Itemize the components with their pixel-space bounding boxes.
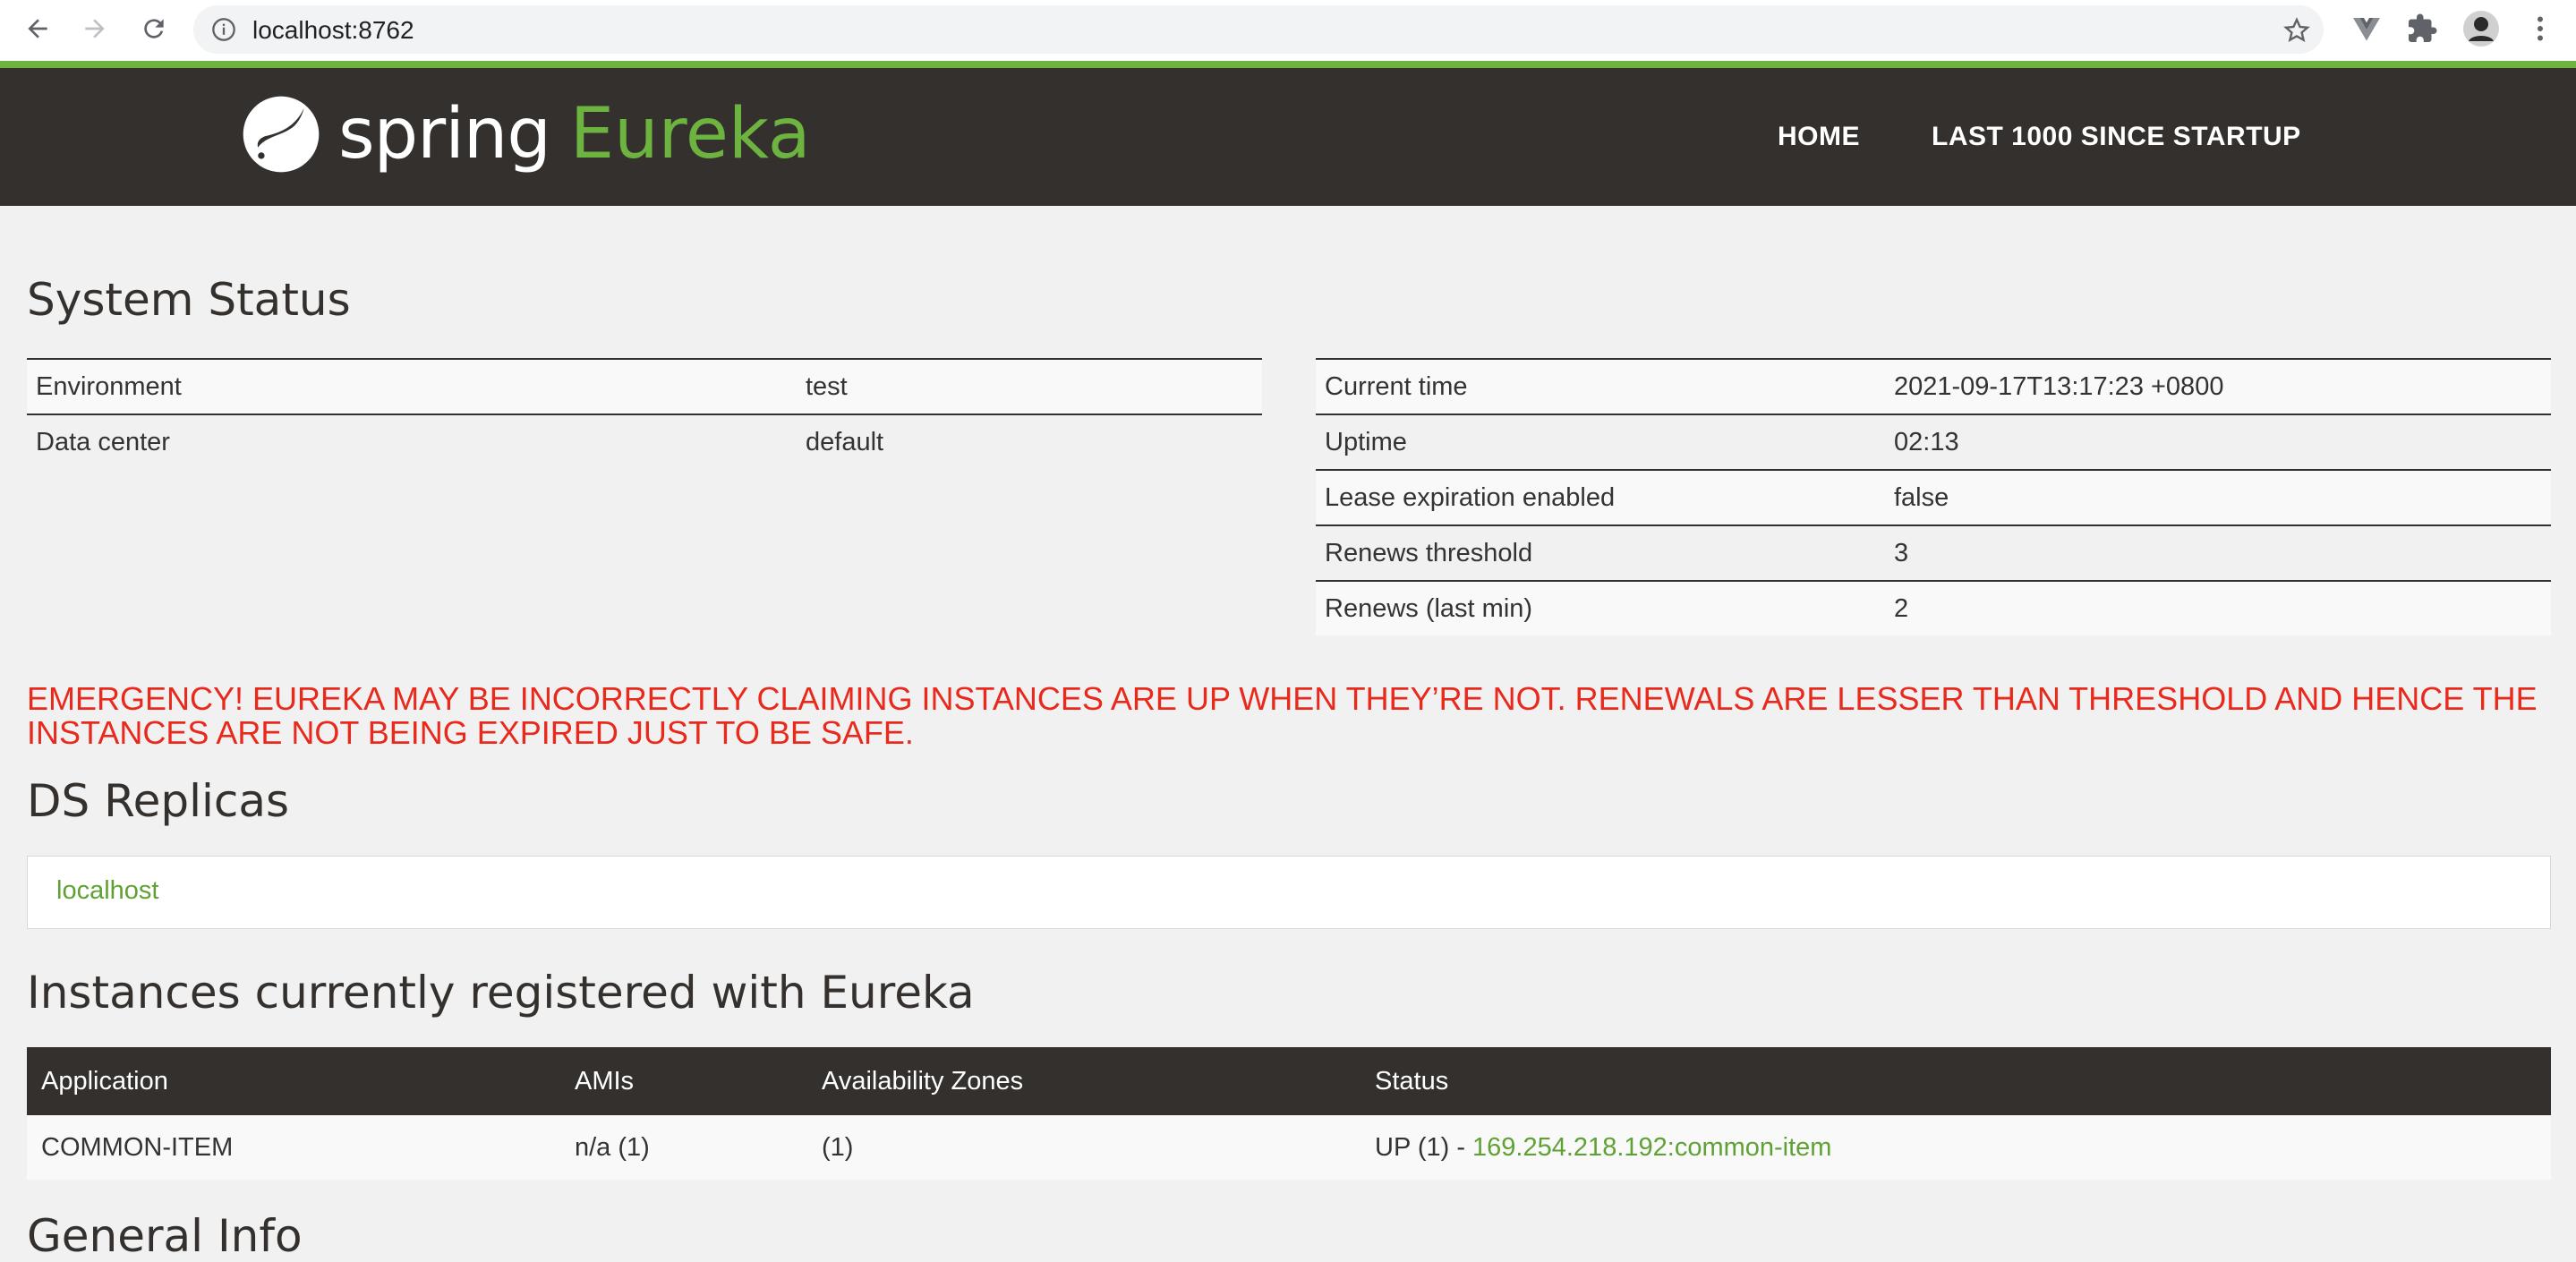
datacenter-value: default — [797, 414, 1262, 469]
table-header-row: Application AMIs Availability Zones Stat… — [27, 1047, 2551, 1115]
system-status-left-table: Environment test Data center default — [27, 358, 1262, 469]
avatar[interactable] — [2463, 11, 2499, 47]
uptime-value: 02:13 — [1885, 414, 2551, 470]
instances-title: Instances currently registered with Eure… — [27, 967, 975, 1019]
env-key: Environment — [27, 358, 797, 414]
browser-toolbar: localhost:8762 — [0, 0, 2576, 61]
column-header-amis: AMIs — [560, 1047, 807, 1115]
column-header-zones: Availability Zones — [807, 1047, 1361, 1115]
instances-table: Application AMIs Availability Zones Stat… — [27, 1047, 2551, 1180]
nav-last-1000[interactable]: LAST 1000 SINCE STARTUP — [1932, 122, 2301, 152]
accent-bar — [0, 61, 2576, 68]
nav-home[interactable]: HOME — [1778, 122, 1860, 152]
reload-icon[interactable] — [134, 9, 174, 48]
cell-application: COMMON-ITEM — [27, 1115, 560, 1180]
ds-replicas-panel: localhost — [27, 856, 2551, 929]
spring-eureka-logo[interactable]: spring Eureka — [240, 90, 811, 179]
renews-threshold-value: 3 — [1885, 524, 2551, 581]
table-row: Lease expiration enabled false — [1316, 469, 2551, 525]
emergency-warning: EMERGENCY! EUREKA MAY BE INCORRECTLY CLA… — [27, 680, 2538, 751]
current-time-key: Current time — [1316, 358, 1885, 414]
table-row: Renews threshold 3 — [1316, 524, 2551, 581]
renews-threshold-key: Renews threshold — [1316, 524, 1885, 581]
ds-replicas-title: DS Replicas — [27, 775, 290, 827]
cell-zones: (1) — [807, 1115, 1361, 1180]
table-row: COMMON-ITEM n/a (1) (1) UP (1) - 169.254… — [27, 1115, 2551, 1180]
star-icon[interactable] — [2282, 16, 2311, 45]
status-text: UP (1) - — [1375, 1132, 1473, 1162]
address-bar[interactable]: localhost:8762 — [193, 5, 2324, 54]
lease-expiration-key: Lease expiration enabled — [1316, 469, 1885, 525]
instance-link[interactable]: 169.254.218.192:common-item — [1472, 1133, 1831, 1162]
table-row: Current time 2021-09-17T13:17:23 +0800 — [1316, 358, 2551, 414]
brand-name: spring — [338, 94, 551, 175]
general-info-title: General Info — [27, 1210, 303, 1262]
column-header-status: Status — [1361, 1047, 2551, 1115]
cell-status: UP (1) - 169.254.218.192:common-item — [1361, 1115, 2551, 1180]
current-time-value: 2021-09-17T13:17:23 +0800 — [1885, 358, 2551, 414]
table-row: Renews (last min) 2 — [1316, 580, 2551, 635]
url-text: localhost:8762 — [252, 16, 414, 44]
renews-last-min-value: 2 — [1885, 580, 2551, 635]
uptime-key: Uptime — [1316, 414, 1885, 470]
column-header-application: Application — [27, 1047, 560, 1115]
menu-icon[interactable] — [2524, 13, 2556, 45]
forward-icon[interactable] — [75, 9, 115, 48]
env-value: test — [797, 358, 1262, 414]
renews-last-min-key: Renews (last min) — [1316, 580, 1885, 635]
system-status-right-table: Current time 2021-09-17T13:17:23 +0800 U… — [1316, 358, 2551, 635]
site-header: spring Eureka HOME LAST 1000 SINCE START… — [0, 68, 2576, 206]
vue-devtools-icon[interactable] — [2350, 13, 2383, 45]
cell-amis: n/a (1) — [560, 1115, 807, 1180]
system-status-title: System Status — [27, 274, 351, 326]
table-row: Uptime 02:13 — [1316, 414, 2551, 470]
datacenter-key: Data center — [27, 414, 797, 469]
spring-leaf-icon — [243, 96, 320, 173]
back-icon[interactable] — [18, 9, 57, 48]
table-row: Data center default — [27, 414, 1262, 469]
replica-link-localhost[interactable]: localhost — [56, 876, 158, 906]
lease-expiration-value: false — [1885, 469, 2551, 525]
table-row: Environment test — [27, 358, 1262, 414]
info-icon[interactable] — [211, 17, 236, 42]
extensions-icon[interactable] — [2406, 13, 2438, 45]
product-name: Eureka — [569, 94, 811, 175]
